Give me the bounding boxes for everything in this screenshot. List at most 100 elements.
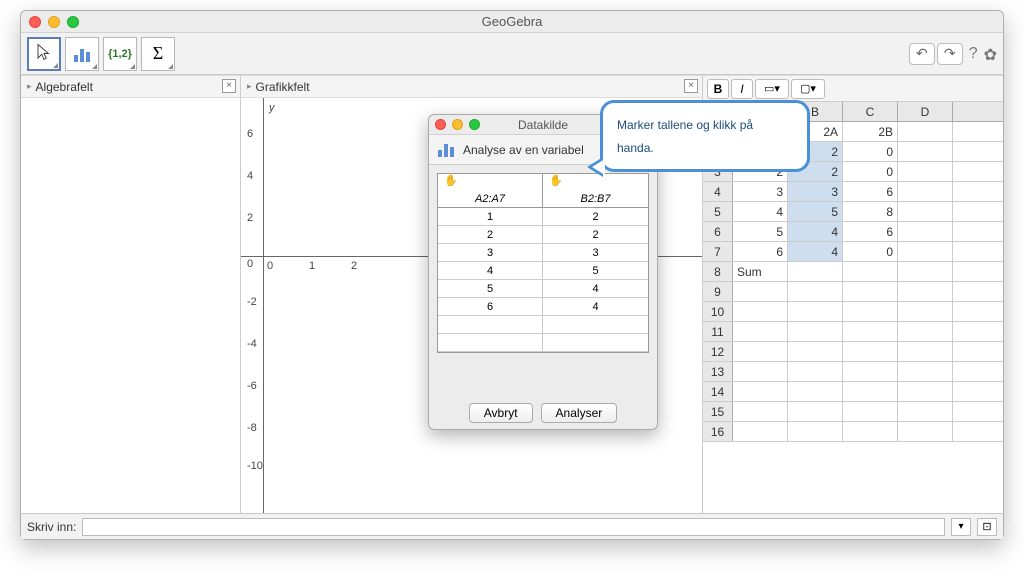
cell[interactable] <box>733 422 788 441</box>
cell[interactable] <box>843 382 898 401</box>
cell[interactable]: 2B <box>843 122 898 141</box>
redo-button[interactable]: ↷ <box>937 43 963 65</box>
cell[interactable] <box>788 262 843 281</box>
cell[interactable]: 5 <box>733 222 788 241</box>
move-tool[interactable] <box>27 37 61 71</box>
table-row[interactable]: 5458 <box>703 202 1003 222</box>
cell[interactable] <box>898 122 953 141</box>
cell[interactable] <box>733 322 788 341</box>
table-row[interactable]: 7640 <box>703 242 1003 262</box>
bold-button[interactable]: B <box>707 79 729 99</box>
cell[interactable] <box>843 322 898 341</box>
spreadsheet-body[interactable]: 12A2B2120322043365458654676408Sum9101112… <box>703 122 1003 513</box>
close-window-icon[interactable] <box>29 16 41 28</box>
row-header[interactable]: 11 <box>703 322 733 341</box>
cell[interactable] <box>898 302 953 321</box>
cell[interactable] <box>788 322 843 341</box>
settings-icon[interactable]: ✿ <box>984 45 997 65</box>
cell[interactable] <box>733 402 788 421</box>
algebra-close-icon[interactable]: × <box>222 79 236 93</box>
hand-icon-col1[interactable]: ✋ <box>438 174 543 190</box>
table-row[interactable]: 14 <box>703 382 1003 402</box>
row-header[interactable]: 8 <box>703 262 733 281</box>
cell[interactable]: 0 <box>843 142 898 161</box>
row-header[interactable]: 10 <box>703 302 733 321</box>
table-row[interactable]: 10 <box>703 302 1003 322</box>
cell[interactable] <box>843 422 898 441</box>
cell[interactable] <box>898 262 953 281</box>
cell[interactable] <box>843 262 898 281</box>
window-controls[interactable] <box>29 16 79 28</box>
cell[interactable] <box>898 402 953 421</box>
cell[interactable] <box>733 382 788 401</box>
row-header[interactable]: 14 <box>703 382 733 401</box>
analyze-button[interactable]: Analyser <box>541 403 618 423</box>
row-header[interactable]: 4 <box>703 182 733 201</box>
table-row[interactable]: 6546 <box>703 222 1003 242</box>
cell[interactable] <box>788 422 843 441</box>
col-header[interactable]: C <box>843 102 898 121</box>
graphics-panel-header[interactable]: ▸ Grafikkfelt × <box>241 76 702 98</box>
cell[interactable] <box>843 342 898 361</box>
row-header[interactable]: 12 <box>703 342 733 361</box>
row-header[interactable]: 13 <box>703 362 733 381</box>
row-header[interactable]: 6 <box>703 222 733 241</box>
table-row[interactable]: 12 <box>703 342 1003 362</box>
dialog-minimize-icon[interactable] <box>452 119 463 130</box>
row-header[interactable]: 15 <box>703 402 733 421</box>
cancel-button[interactable]: Avbryt <box>469 403 533 423</box>
cell[interactable]: 4 <box>788 242 843 261</box>
table-row[interactable]: 8Sum <box>703 262 1003 282</box>
cell[interactable]: 4 <box>788 222 843 241</box>
cell[interactable]: 0 <box>843 162 898 181</box>
cell[interactable] <box>788 342 843 361</box>
row-header[interactable]: 7 <box>703 242 733 261</box>
cell[interactable]: 0 <box>843 242 898 261</box>
border-button[interactable]: ▢▾ <box>791 79 825 99</box>
cell[interactable] <box>843 282 898 301</box>
cell[interactable] <box>898 222 953 241</box>
undo-button[interactable]: ↶ <box>909 43 935 65</box>
cell[interactable] <box>788 362 843 381</box>
italic-button[interactable]: I <box>731 79 753 99</box>
table-row[interactable]: 4336 <box>703 182 1003 202</box>
cell[interactable] <box>898 182 953 201</box>
cell[interactable] <box>898 322 953 341</box>
dialog-close-icon[interactable] <box>435 119 446 130</box>
cell[interactable] <box>788 302 843 321</box>
cell[interactable] <box>898 142 953 161</box>
cell[interactable] <box>788 282 843 301</box>
table-row[interactable]: 9 <box>703 282 1003 302</box>
cell[interactable]: Sum <box>733 262 788 281</box>
command-input[interactable] <box>82 518 945 536</box>
table-row[interactable]: 16 <box>703 422 1003 442</box>
cell[interactable] <box>898 202 953 221</box>
minimize-window-icon[interactable] <box>48 16 60 28</box>
cell[interactable]: 8 <box>843 202 898 221</box>
cell[interactable] <box>843 402 898 421</box>
col-header[interactable]: D <box>898 102 953 121</box>
table-row[interactable]: 15 <box>703 402 1003 422</box>
row-header[interactable]: 5 <box>703 202 733 221</box>
cell[interactable] <box>898 422 953 441</box>
one-var-analysis-tool[interactable] <box>65 37 99 71</box>
cell[interactable] <box>733 282 788 301</box>
keyboard-button[interactable]: ⊡ <box>977 518 997 536</box>
cell[interactable]: 4 <box>733 202 788 221</box>
cell[interactable]: 6 <box>733 242 788 261</box>
cell[interactable] <box>898 282 953 301</box>
sum-tool[interactable]: Σ <box>141 37 175 71</box>
cell[interactable] <box>788 402 843 421</box>
cell[interactable]: 6 <box>843 222 898 241</box>
input-dropdown[interactable]: ▾ <box>951 518 971 536</box>
graphics-close-icon[interactable]: × <box>684 79 698 93</box>
cell[interactable] <box>898 342 953 361</box>
align-button[interactable]: ▭▾ <box>755 79 789 99</box>
zoom-window-icon[interactable] <box>67 16 79 28</box>
cell[interactable] <box>733 342 788 361</box>
algebra-body[interactable] <box>21 98 240 513</box>
cell[interactable] <box>843 302 898 321</box>
cell[interactable] <box>788 382 843 401</box>
cell[interactable] <box>843 362 898 381</box>
help-icon[interactable]: ? <box>969 45 978 65</box>
